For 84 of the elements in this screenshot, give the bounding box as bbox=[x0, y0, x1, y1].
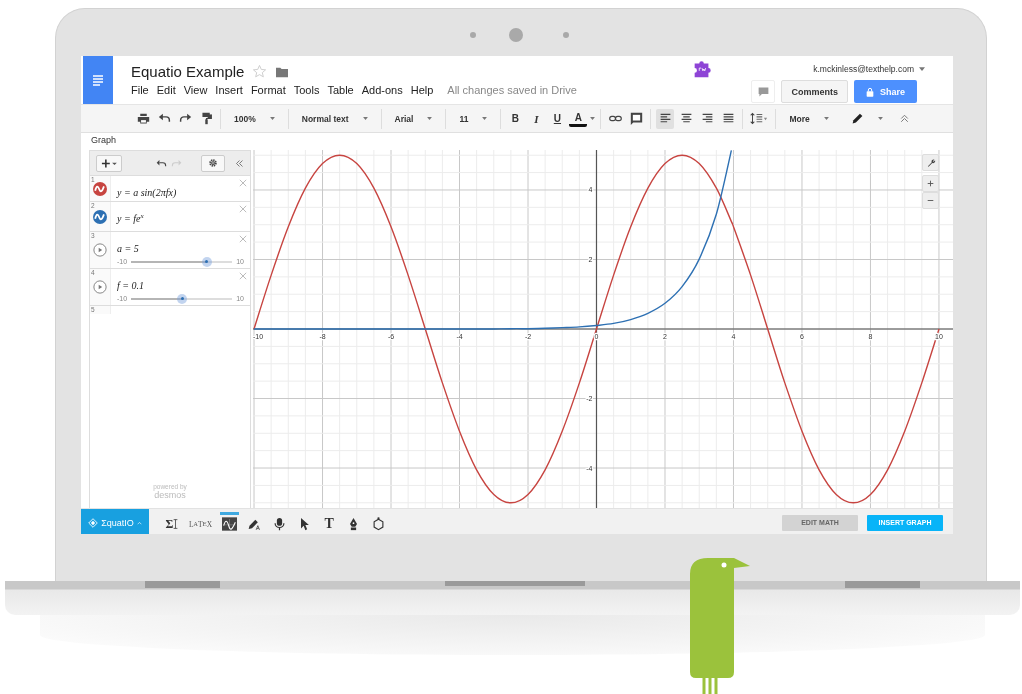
play-icon[interactable] bbox=[93, 280, 107, 294]
comment-icon bbox=[629, 112, 643, 125]
wave-icon[interactable] bbox=[93, 181, 107, 196]
math-expression[interactable]: a = 5 bbox=[117, 243, 139, 254]
menu-item[interactable]: Add-ons bbox=[357, 84, 407, 96]
menu-item[interactable]: View bbox=[179, 84, 212, 96]
zoom-in-button[interactable] bbox=[922, 175, 939, 192]
caret-icon bbox=[823, 117, 829, 120]
document-title[interactable]: Equatio Example bbox=[131, 63, 245, 80]
dropdown[interactable]: Arial bbox=[386, 108, 441, 129]
dropdown[interactable]: Normal text bbox=[293, 108, 376, 129]
dropdown[interactable]: More bbox=[781, 108, 837, 129]
caret-icon bbox=[362, 117, 368, 120]
menu-item[interactable]: Edit bbox=[152, 84, 180, 96]
menu-item[interactable]: Insert bbox=[211, 84, 247, 96]
dropdown[interactable]: 11 bbox=[451, 108, 496, 129]
align-justify-icon bbox=[721, 112, 735, 125]
section-label: Graph bbox=[90, 134, 117, 147]
align-left-button[interactable] bbox=[656, 108, 675, 129]
align-right-icon bbox=[700, 112, 714, 125]
shape-icon bbox=[371, 517, 387, 531]
menu-item[interactable]: File bbox=[131, 84, 153, 96]
graph-icon bbox=[222, 517, 238, 531]
undo-icon[interactable] bbox=[156, 158, 167, 168]
text-tool-button[interactable]: T bbox=[320, 511, 339, 534]
math-tool-button[interactable]: Σ bbox=[163, 511, 181, 534]
plus-icon bbox=[100, 157, 118, 169]
wrench-icon bbox=[925, 157, 936, 168]
wave-icon[interactable] bbox=[93, 209, 107, 224]
account-email[interactable]: k.mckinless@texthelp.com bbox=[813, 64, 914, 74]
slider-thumb[interactable] bbox=[177, 293, 188, 304]
caret-icon bbox=[878, 117, 883, 120]
math-expression[interactable]: y = a sin(2πfx) bbox=[117, 187, 177, 198]
lines-icon bbox=[90, 72, 106, 88]
diamond-icon bbox=[88, 517, 99, 528]
sensor-dot bbox=[470, 32, 476, 38]
text-cursor-icon bbox=[173, 518, 179, 530]
add-button[interactable] bbox=[96, 154, 122, 172]
underline-button[interactable]: U bbox=[548, 108, 567, 129]
chevron-icon bbox=[136, 520, 142, 525]
sensor-dot bbox=[563, 32, 569, 38]
caret-icon bbox=[269, 117, 275, 120]
comments-button[interactable]: Comments bbox=[781, 80, 848, 103]
settings-icon bbox=[208, 158, 218, 168]
collapse-icon[interactable] bbox=[235, 158, 244, 168]
handwriting-icon bbox=[247, 517, 263, 531]
italic-button[interactable]: I bbox=[527, 108, 546, 129]
graph-tool-button[interactable] bbox=[220, 511, 240, 534]
graph-settings-button[interactable] bbox=[922, 154, 939, 171]
bold-button[interactable]: B bbox=[506, 108, 525, 129]
chat-icon bbox=[756, 85, 770, 98]
undo-icon bbox=[157, 112, 171, 125]
menu-item[interactable]: Tools bbox=[289, 84, 324, 96]
menu-item[interactable]: Help bbox=[406, 84, 438, 96]
docs-logo[interactable] bbox=[83, 56, 113, 104]
webcam-dot bbox=[509, 28, 523, 42]
align-left-icon bbox=[658, 112, 672, 125]
caret-icon bbox=[482, 117, 488, 120]
redo-icon bbox=[178, 112, 192, 125]
chat-button[interactable] bbox=[751, 80, 776, 103]
menu-item[interactable]: Table bbox=[323, 84, 358, 96]
minus-icon bbox=[927, 197, 934, 204]
settings-button[interactable] bbox=[201, 154, 225, 172]
dropdown[interactable]: 100% bbox=[226, 108, 283, 129]
math-expression[interactable]: y = fe$^{x}$ bbox=[117, 213, 144, 224]
pencil-icon bbox=[850, 112, 864, 125]
paint-format-icon bbox=[199, 112, 213, 125]
play-icon[interactable] bbox=[93, 243, 107, 257]
slider-thumb[interactable] bbox=[201, 256, 212, 267]
plus-icon bbox=[927, 180, 934, 187]
star-icon[interactable] bbox=[252, 64, 268, 79]
align-center-icon bbox=[679, 112, 693, 125]
menu-item[interactable]: Format bbox=[246, 84, 290, 96]
desmos-logo: desmos bbox=[154, 490, 186, 500]
caret-icon bbox=[590, 117, 596, 120]
caret-icon bbox=[919, 67, 925, 71]
caret-icon bbox=[427, 117, 433, 120]
math-expression[interactable]: f = 0.1 bbox=[117, 280, 145, 291]
print-icon bbox=[136, 112, 150, 125]
save-status: All changes saved in Drive bbox=[447, 84, 577, 96]
lock-icon bbox=[866, 86, 874, 97]
line-spacing-icon bbox=[749, 112, 770, 125]
text-color-button[interactable]: A bbox=[569, 111, 588, 127]
folder-icon[interactable] bbox=[275, 65, 290, 78]
